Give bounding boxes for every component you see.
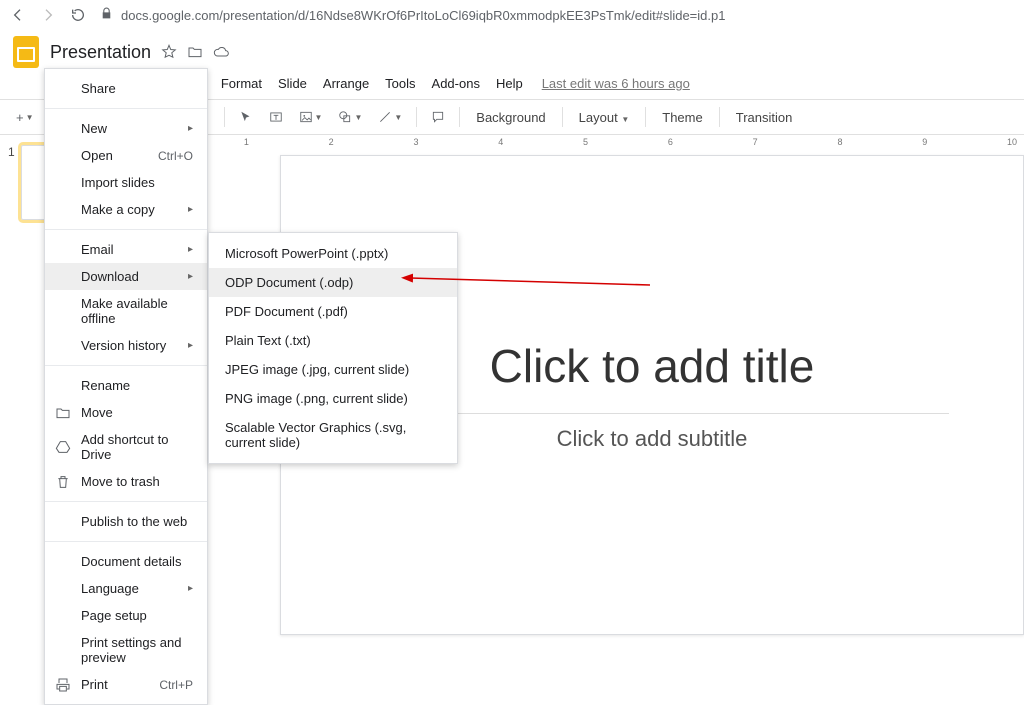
menu-shortcut[interactable]: Add shortcut to Drive bbox=[45, 426, 207, 468]
menu-publish[interactable]: Publish to the web bbox=[45, 508, 207, 535]
theme-button[interactable]: Theme bbox=[654, 106, 710, 129]
menu-import[interactable]: Import slides bbox=[45, 169, 207, 196]
menu-pagesetup[interactable]: Page setup bbox=[45, 602, 207, 629]
dl-pdf[interactable]: PDF Document (.pdf) bbox=[209, 297, 457, 326]
menu-print[interactable]: PrintCtrl+P bbox=[45, 671, 207, 698]
image-icon[interactable]: ▼ bbox=[293, 106, 329, 128]
file-menu-dropdown: Share New▸ OpenCtrl+O Import slides Make… bbox=[44, 68, 208, 705]
dl-jpg[interactable]: JPEG image (.jpg, current slide) bbox=[209, 355, 457, 384]
comment-icon[interactable] bbox=[425, 106, 451, 128]
folder-icon bbox=[55, 405, 71, 421]
last-edit-link[interactable]: Last edit was 6 hours ago bbox=[542, 76, 690, 91]
textbox-icon[interactable] bbox=[263, 106, 289, 128]
menu-rename[interactable]: Rename bbox=[45, 372, 207, 399]
menu-email[interactable]: Email▸ bbox=[45, 236, 207, 263]
drive-icon bbox=[55, 439, 71, 455]
subtitle-placeholder[interactable]: Click to add subtitle bbox=[557, 426, 748, 452]
reload-icon[interactable] bbox=[70, 7, 86, 23]
move-folder-icon[interactable] bbox=[187, 44, 203, 60]
menu-download[interactable]: Download▸ bbox=[45, 263, 207, 290]
thumb-number: 1 bbox=[8, 145, 15, 220]
background-button[interactable]: Background bbox=[468, 106, 553, 129]
menu-slide[interactable]: Slide bbox=[271, 72, 314, 95]
menu-help[interactable]: Help bbox=[489, 72, 530, 95]
dl-txt[interactable]: Plain Text (.txt) bbox=[209, 326, 457, 355]
star-icon[interactable] bbox=[161, 44, 177, 60]
back-icon[interactable] bbox=[10, 7, 26, 23]
new-slide-button[interactable]: +▼ bbox=[10, 106, 40, 129]
ruler-horizontal: 1 2 3 4 5 6 7 8 9 10 bbox=[176, 135, 1024, 151]
menu-arrange[interactable]: Arrange bbox=[316, 72, 376, 95]
menu-history[interactable]: Version history▸ bbox=[45, 332, 207, 359]
line-icon[interactable]: ▼ bbox=[372, 106, 408, 128]
title-bar: Presentation bbox=[0, 30, 1024, 68]
trash-icon bbox=[55, 474, 71, 490]
document-title[interactable]: Presentation bbox=[50, 42, 151, 63]
select-icon[interactable] bbox=[233, 106, 259, 128]
menu-trash[interactable]: Move to trash bbox=[45, 468, 207, 495]
menu-addons[interactable]: Add-ons bbox=[425, 72, 487, 95]
dl-svg[interactable]: Scalable Vector Graphics (.svg, current … bbox=[209, 413, 457, 457]
menu-new[interactable]: New▸ bbox=[45, 115, 207, 142]
menu-format[interactable]: Format bbox=[214, 72, 269, 95]
lock-icon bbox=[100, 7, 113, 23]
menu-language[interactable]: Language▸ bbox=[45, 575, 207, 602]
cloud-icon[interactable] bbox=[213, 44, 229, 60]
browser-toolbar: docs.google.com/presentation/d/16Ndse8WK… bbox=[0, 0, 1024, 30]
menu-copy[interactable]: Make a copy▸ bbox=[45, 196, 207, 223]
print-icon bbox=[55, 677, 71, 693]
forward-icon[interactable] bbox=[40, 7, 56, 23]
download-submenu: Microsoft PowerPoint (.pptx) ODP Documen… bbox=[208, 232, 458, 464]
dl-odp[interactable]: ODP Document (.odp) bbox=[209, 268, 457, 297]
menu-printsettings[interactable]: Print settings and preview bbox=[45, 629, 207, 671]
title-placeholder[interactable]: Click to add title bbox=[490, 339, 815, 393]
menu-share[interactable]: Share bbox=[45, 75, 207, 102]
address-bar[interactable]: docs.google.com/presentation/d/16Ndse8WK… bbox=[100, 7, 725, 23]
menu-offline[interactable]: Make available offline bbox=[45, 290, 207, 332]
dl-pptx[interactable]: Microsoft PowerPoint (.pptx) bbox=[209, 239, 457, 268]
transition-button[interactable]: Transition bbox=[728, 106, 801, 129]
layout-button[interactable]: Layout ▼ bbox=[571, 106, 638, 129]
shape-icon[interactable]: ▼ bbox=[332, 106, 368, 128]
menu-details[interactable]: Document details bbox=[45, 548, 207, 575]
url-text: docs.google.com/presentation/d/16Ndse8WK… bbox=[121, 8, 725, 23]
menu-tools[interactable]: Tools bbox=[378, 72, 422, 95]
menu-open[interactable]: OpenCtrl+O bbox=[45, 142, 207, 169]
dl-png[interactable]: PNG image (.png, current slide) bbox=[209, 384, 457, 413]
slides-logo-icon[interactable] bbox=[10, 36, 42, 68]
menu-move[interactable]: Move bbox=[45, 399, 207, 426]
